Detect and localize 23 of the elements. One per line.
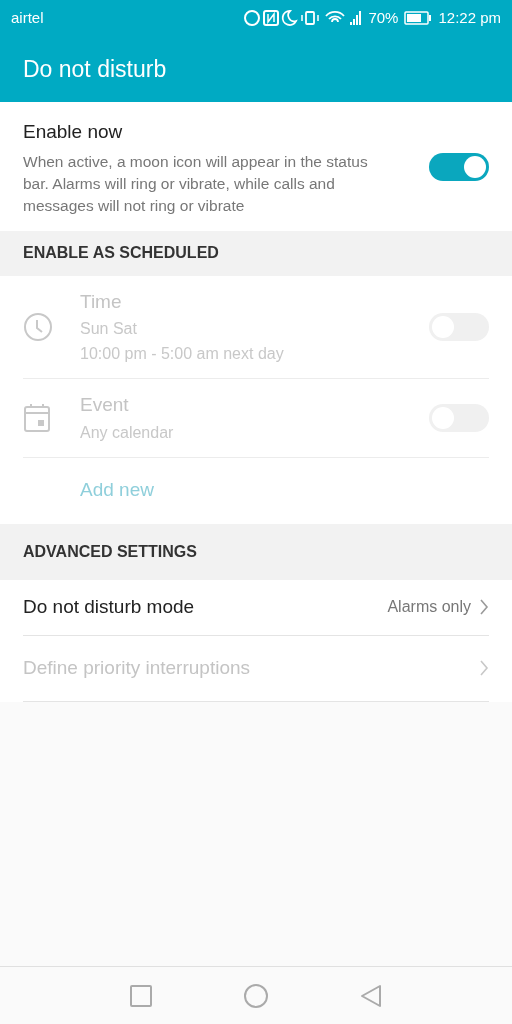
battery-percent: 70% [368,7,399,28]
row-label: Define priority interruptions [23,655,252,680]
clock-time: 12:22 pm [438,7,501,28]
calendar-icon [23,402,51,433]
screen-title: Do not disturb [23,54,167,84]
row-value: Alarms only [387,597,471,617]
rule-title: Time [80,289,123,314]
home-button-icon[interactable] [244,983,268,1008]
rule-title: Event [80,393,130,417]
recents-button-icon[interactable] [130,984,152,1007]
chevron-right-icon [479,659,489,677]
back-button-icon[interactable] [360,983,382,1008]
battery-icon [404,11,433,25]
clock-icon [23,311,53,342]
section-header: ADVANCED SETTINGS [23,541,197,562]
row-label: Do not disturb mode [23,594,196,619]
setting-description: When active, a moon icon will appear in the status bar. Alarms will ring or vibrate, while calls and messages will not ring or vibrate [23,151,369,216]
toggle-switch[interactable] [429,153,489,182]
carrier-name: airtel [11,7,44,28]
section-header: ENABLE AS SCHEDULED [23,243,219,263]
chevron-right-icon [479,598,489,616]
settings-row[interactable]: Do not disturb mode Alarms only [23,579,489,636]
setting-title: Enable now [23,120,124,144]
